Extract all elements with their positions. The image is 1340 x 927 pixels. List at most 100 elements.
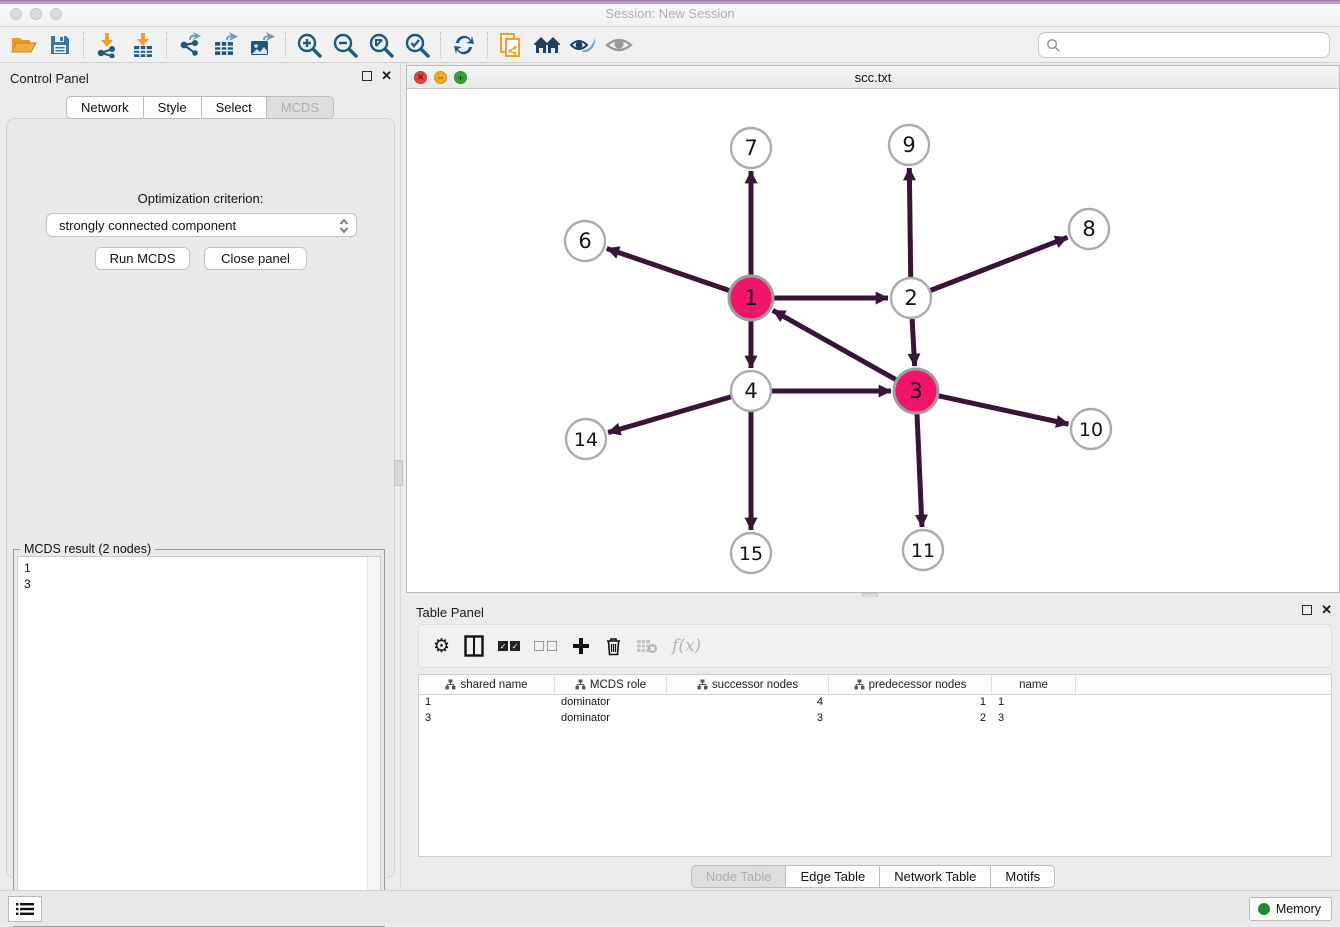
table-cell[interactable]: 2	[829, 711, 992, 727]
graph-edge-2-3[interactable]	[912, 316, 915, 366]
tab-motifs[interactable]: Motifs	[991, 865, 1055, 888]
graph-node-6[interactable]: 6	[565, 221, 605, 261]
task-history-button[interactable]	[8, 896, 42, 922]
column-header-MCDS-role[interactable]: MCDS role	[555, 675, 667, 694]
import-network-button[interactable]	[89, 30, 125, 60]
table-cell[interactable]: 1	[992, 695, 1076, 711]
tab-edge-table[interactable]: Edge Table	[786, 865, 880, 888]
column-header-predecessor-nodes[interactable]: predecessor nodes	[829, 675, 992, 694]
close-panel-icon[interactable]: ✕	[381, 71, 392, 81]
delete-column-trash-icon[interactable]	[605, 636, 622, 656]
graph-edge-4-14[interactable]	[608, 396, 734, 433]
table-settings-gear-icon[interactable]: ⚙	[433, 637, 450, 656]
column-header-name[interactable]: name	[992, 675, 1076, 694]
column-selector-icon[interactable]	[464, 635, 484, 657]
table-row[interactable]: 3dominator323	[419, 711, 1331, 727]
import-table-button[interactable]	[125, 30, 161, 60]
mcds-result-box: MCDS result (2 nodes) 1 3	[13, 549, 385, 927]
main-toolbar	[0, 28, 1340, 63]
add-column-icon[interactable]	[571, 636, 591, 656]
memory-button[interactable]: Memory	[1249, 897, 1332, 921]
graph-edge-3-10[interactable]	[936, 395, 1069, 424]
zoom-fit-button[interactable]	[363, 30, 399, 60]
search-input[interactable]	[1061, 35, 1329, 55]
table-panel: Table Panel ✕ ⚙ ✓✓ f(x)	[406, 597, 1340, 888]
zoom-in-button[interactable]	[291, 30, 327, 60]
graph-node-7[interactable]: 7	[731, 128, 771, 168]
table-cell[interactable]: dominator	[555, 711, 667, 727]
zoom-out-button[interactable]	[327, 30, 363, 60]
graph-node-15[interactable]: 15	[731, 533, 771, 573]
graph-node-label: 15	[739, 543, 763, 565]
hide-selected-button[interactable]	[565, 30, 601, 60]
close-table-panel-icon[interactable]: ✕	[1321, 605, 1332, 615]
graph-edge-2-9[interactable]	[909, 168, 910, 280]
close-panel-button[interactable]: Close panel	[204, 247, 307, 270]
tab-select[interactable]: Select	[202, 96, 267, 119]
mcds-result-text[interactable]: 1 3	[17, 556, 381, 923]
network-canvas[interactable]: 7 9 6 8 1 2 4 3 14 10 15 11	[407, 89, 1339, 592]
table-cell[interactable]: 3	[992, 711, 1076, 727]
column-header-successor-nodes[interactable]: successor nodes	[667, 675, 829, 694]
show-all-button[interactable]	[601, 30, 637, 60]
float-panel-icon[interactable]	[362, 71, 372, 81]
graph-edge-3-11[interactable]	[917, 411, 922, 527]
duplicate-network-button[interactable]	[493, 30, 529, 60]
deselect-all-checks-icon[interactable]	[534, 641, 557, 651]
table-cell[interactable]: dominator	[555, 695, 667, 711]
graph-node-3[interactable]: 3	[894, 369, 938, 413]
export-image-button[interactable]	[244, 30, 280, 60]
graph-edge-3-1[interactable]	[773, 310, 899, 381]
export-network-button[interactable]	[172, 30, 208, 60]
table-cell[interactable]: 1	[419, 695, 555, 711]
table-cell[interactable]: 1	[829, 695, 992, 711]
search-box[interactable]	[1038, 32, 1330, 58]
tab-style[interactable]: Style	[144, 96, 202, 119]
table-cell[interactable]: 3	[667, 711, 829, 727]
graph-node-10[interactable]: 10	[1071, 409, 1111, 449]
delete-table-icon[interactable]	[636, 638, 658, 654]
graph-edge-2-8[interactable]	[928, 237, 1068, 291]
table-cell[interactable]: 3	[419, 711, 555, 727]
graph-node-11[interactable]: 11	[903, 530, 943, 570]
tab-mcds[interactable]: MCDS	[267, 96, 334, 119]
application-window: Session: New Session	[0, 0, 1340, 926]
save-session-button[interactable]	[42, 30, 78, 60]
duplicate-network-icon	[499, 32, 523, 58]
tab-network-table[interactable]: Network Table	[880, 865, 991, 888]
open-file-button[interactable]	[6, 30, 42, 60]
graph-node-2[interactable]: 2	[891, 278, 931, 318]
zoom-fit-icon	[368, 32, 394, 58]
network-window-titlebar[interactable]: ✕ − + scc.txt	[407, 66, 1339, 89]
apply-layout-button[interactable]	[446, 30, 482, 60]
graph-edge-1-6[interactable]	[607, 248, 732, 291]
table-row[interactable]: 1dominator411	[419, 695, 1331, 711]
float-table-panel-icon[interactable]	[1302, 605, 1312, 615]
import-network-icon	[95, 32, 119, 58]
tab-node-table[interactable]: Node Table	[691, 865, 787, 888]
table-cell[interactable]: 4	[667, 695, 829, 711]
table-panel-title: Table Panel	[416, 605, 484, 620]
network-graph-svg[interactable]: 7 9 6 8 1 2 4 3 14 10 15 11	[407, 89, 1339, 592]
graph-node-label: 1	[744, 286, 757, 310]
vertical-splitter-grip[interactable]	[394, 460, 403, 486]
tab-network[interactable]: Network	[66, 96, 144, 119]
run-mcds-button[interactable]: Run MCDS	[95, 247, 190, 270]
optimization-criterion-select[interactable]: strongly connected component	[46, 213, 357, 237]
zoom-selected-button[interactable]	[399, 30, 435, 60]
optimization-criterion-value: strongly connected component	[59, 218, 236, 233]
graph-node-1[interactable]: 1	[729, 276, 773, 320]
graph-node-14[interactable]: 14	[566, 419, 606, 459]
mcds-result-scrollbar[interactable]	[367, 557, 380, 922]
graph-node-4[interactable]: 4	[731, 371, 771, 411]
table-tabs: Node TableEdge TableNetwork TableMotifs	[406, 865, 1340, 888]
window-titlebar: Session: New Session	[0, 0, 1340, 27]
function-builder-icon[interactable]: f(x)	[672, 636, 701, 656]
graph-node-9[interactable]: 9	[889, 125, 929, 165]
graph-node-8[interactable]: 8	[1069, 209, 1109, 249]
first-neighbors-button[interactable]	[529, 30, 565, 60]
select-all-checks-icon[interactable]: ✓✓	[498, 641, 520, 651]
column-header-shared-name[interactable]: shared name	[419, 675, 555, 694]
node-table-body: 1dominator4113dominator323	[419, 695, 1331, 727]
export-table-button[interactable]	[208, 30, 244, 60]
